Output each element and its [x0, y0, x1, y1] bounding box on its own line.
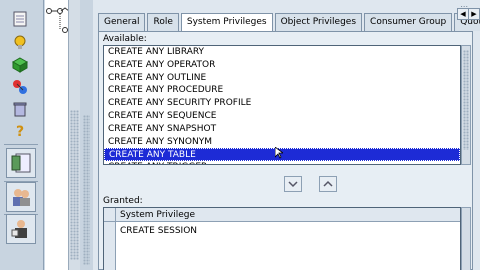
chevron-down-icon — [288, 181, 298, 188]
granted-table-scrollbar[interactable] — [461, 207, 471, 270]
new-icon[interactable] — [10, 10, 30, 28]
tree-scroll-thumb[interactable] — [70, 110, 79, 260]
tab-system-privileges[interactable]: System Privileges — [180, 13, 273, 32]
tab-general[interactable]: General — [98, 13, 146, 31]
chevron-up-icon — [323, 180, 333, 187]
row-header-strip — [104, 222, 116, 270]
list-item[interactable]: CREATE ANY LIBRARY — [104, 46, 460, 59]
tab-scroll-right-icon[interactable]: ▶ — [468, 8, 480, 20]
help-icon[interactable]: ? — [10, 122, 30, 140]
users-icon[interactable] — [6, 182, 36, 212]
list-item[interactable]: CREATE ANY TRIGGER — [104, 161, 460, 164]
property-sheet-icon[interactable] — [6, 148, 36, 178]
left-toolbar: ? — [0, 0, 44, 270]
list-item[interactable]: CREATE ANY OUTLINE — [104, 72, 460, 85]
system-privileges-panel: Available: CREATE ANY LIBRARY CREATE ANY … — [98, 31, 473, 270]
property-sheet: ... General Role System Privileges Objec… — [93, 0, 480, 270]
list-item[interactable]: CREATE ANY SEQUENCE — [104, 110, 460, 123]
pane-splitter[interactable] — [80, 0, 93, 270]
svg-text:?: ? — [16, 124, 24, 139]
available-list-scroll-thumb[interactable] — [463, 50, 469, 150]
granted-label: Granted: — [103, 196, 143, 206]
grant-button[interactable] — [284, 176, 302, 192]
tree-scrollbar[interactable] — [68, 0, 80, 270]
tab-object-privileges[interactable]: Object Privileges — [274, 13, 363, 31]
mouse-cursor-icon — [275, 147, 283, 159]
table-header: System Privilege — [104, 208, 460, 222]
lightbulb-icon[interactable] — [10, 34, 30, 52]
granted-privileges-table[interactable]: System Privilege CREATE SESSION — [103, 207, 461, 270]
connect-icon[interactable] — [10, 78, 30, 96]
list-item[interactable]: CREATE ANY SNAPSHOT — [104, 123, 460, 136]
green-cube-icon[interactable] — [10, 56, 30, 74]
column-header-system-privilege[interactable]: System Privilege — [120, 210, 195, 220]
splitter-grip[interactable] — [83, 115, 90, 265]
list-item[interactable]: CREATE ANY PROCEDURE — [104, 84, 460, 97]
table-corner — [104, 208, 116, 222]
table-row[interactable]: CREATE SESSION — [120, 226, 197, 236]
trash-icon[interactable] — [10, 100, 30, 118]
tab-role[interactable]: Role — [147, 13, 179, 31]
tab-consumer-group[interactable]: Consumer Group — [364, 13, 453, 31]
available-list-scrollbar[interactable] — [461, 45, 471, 165]
list-item[interactable]: CREATE ANY SECURITY PROFILE — [104, 97, 460, 110]
user-manager-icon[interactable] — [6, 214, 36, 244]
tab-strip: General Role System Privileges Object Pr… — [98, 13, 480, 32]
list-item[interactable]: CREATE ANY OPERATOR — [104, 59, 460, 72]
revoke-button[interactable] — [319, 176, 337, 192]
available-label: Available: — [103, 34, 147, 44]
toolbar-separator — [4, 144, 38, 145]
